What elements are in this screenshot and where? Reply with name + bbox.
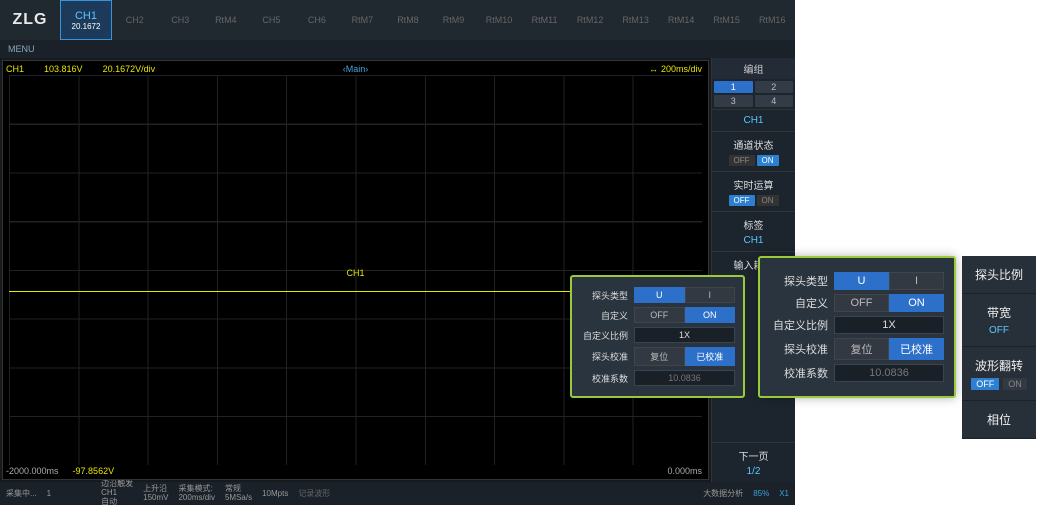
topbar: ZLG CH1 20.1672 CH2CH3RtM4CH5CH6RtM7RtM8…	[0, 0, 795, 40]
right-panel: 探头比例 带宽OFF 波形翻转OFFON 相位	[962, 256, 1036, 439]
battery-pct: 85%	[753, 489, 769, 498]
channel-tab[interactable]: RtM12	[567, 11, 613, 29]
channel-tabs: CH2CH3RtM4CH5CH6RtM7RtM8RtM9RtM10RtM11Rt…	[112, 0, 795, 40]
group-button[interactable]: 1	[714, 81, 753, 93]
status-ch: 1	[47, 489, 51, 498]
selected-ch-value: 20.1672	[72, 22, 101, 31]
plot-center-label: ‹Main›	[343, 64, 369, 74]
plot-vdiv: 20.1672V/div	[103, 64, 156, 74]
waveform-plot[interactable]: CH1 103.816V 20.1672V/div ‹Main› ↔200ms/…	[2, 60, 709, 480]
pan-arrows-icon: ↔	[649, 64, 658, 74]
plot-time-right: 0.000ms	[667, 466, 702, 476]
coef-value[interactable]: 10.0836	[634, 370, 735, 386]
group-button[interactable]: 4	[755, 95, 794, 107]
menu-button[interactable]: MENU	[2, 44, 41, 54]
state-off[interactable]: OFF	[729, 155, 755, 166]
selected-channel-block[interactable]: CH1 20.1672	[60, 0, 112, 40]
flip-off[interactable]: OFF	[971, 378, 999, 390]
calib-reset[interactable]: 复位	[634, 347, 685, 366]
big-calib-done[interactable]: 已校准	[889, 338, 944, 360]
group-button[interactable]: 3	[714, 95, 753, 107]
bigdata-btn[interactable]: 大数据分析	[703, 488, 743, 499]
sidebar-ch-name: CH1	[743, 115, 763, 126]
phase-item[interactable]: 相位	[962, 401, 1036, 439]
group-title: 编组	[712, 58, 795, 79]
menu-row: MENU	[0, 40, 795, 58]
plot-bottom-left: -2000.000ms -97.8562V	[6, 466, 114, 476]
channel-tab[interactable]: CH2	[112, 11, 158, 29]
probe-type-u[interactable]: U	[634, 287, 685, 303]
plot-time-left: -2000.000ms	[6, 466, 59, 476]
mem-depth: 10Mpts	[262, 489, 288, 498]
acq-status: 采集中...	[6, 488, 37, 499]
big-custom-off[interactable]: OFF	[834, 294, 889, 312]
channel-tab[interactable]: RtM14	[658, 11, 704, 29]
probe-popup-large: 探头类型UI 自定义OFFON 自定义比例1X 探头校准复位已校准 校准系数10…	[758, 256, 956, 398]
channel-state-section[interactable]: 通道状态 OFFON	[712, 131, 795, 171]
big-coef-value[interactable]: 10.0836	[834, 364, 944, 382]
selected-ch-name: CH1	[75, 10, 97, 22]
calc-on[interactable]: ON	[757, 195, 779, 206]
bandwidth-item[interactable]: 带宽OFF	[962, 294, 1036, 347]
probe-popup-small: 探头类型UI 自定义OFFON 自定义比例1X 探头校准复位已校准 校准系数10…	[570, 275, 745, 398]
probe-ratio-item[interactable]: 探头比例	[962, 256, 1036, 294]
state-on[interactable]: ON	[757, 155, 779, 166]
channel-tab[interactable]: RtM9	[431, 11, 477, 29]
record-wave[interactable]: 记录波形	[298, 488, 330, 499]
oscilloscope-app: ZLG CH1 20.1672 CH2CH3RtM4CH5CH6RtM7RtM8…	[0, 0, 795, 505]
status-bar: 采集中... 1 边沿触发CH1自动 上升沿150mV 采集模式:200ms/d…	[0, 482, 795, 505]
channel-tab[interactable]: RtM10	[476, 11, 522, 29]
realtime-calc-section[interactable]: 实时运算 OFFON	[712, 171, 795, 211]
big-probe-type-i[interactable]: I	[889, 272, 944, 290]
calc-off[interactable]: OFF	[729, 195, 755, 206]
zoom-x1: X1	[779, 489, 789, 498]
trace-label: CH1	[346, 268, 364, 278]
plot-voltage: 103.816V	[44, 64, 83, 74]
plot-ch-label: CH1	[6, 64, 24, 74]
big-ratio-value[interactable]: 1X	[834, 316, 944, 334]
custom-off[interactable]: OFF	[634, 307, 685, 323]
plot-v-bottom: -97.8562V	[73, 466, 115, 476]
ratio-value[interactable]: 1X	[634, 327, 735, 343]
custom-on[interactable]: ON	[685, 307, 736, 323]
big-calib-reset[interactable]: 复位	[834, 338, 889, 360]
channel-tab[interactable]: RtM16	[749, 11, 795, 29]
big-probe-type-u[interactable]: U	[834, 272, 889, 290]
channel-tab[interactable]: RtM7	[340, 11, 386, 29]
label-section[interactable]: 标签 CH1	[712, 211, 795, 251]
probe-type-i[interactable]: I	[685, 287, 736, 303]
flip-on[interactable]: ON	[1003, 378, 1027, 390]
plot-timediv: ↔200ms/div	[649, 64, 702, 74]
channel-tab[interactable]: CH3	[158, 11, 204, 29]
plot-header: CH1 103.816V 20.1672V/div	[6, 64, 155, 74]
channel-tab[interactable]: RtM4	[203, 11, 249, 29]
channel-tab[interactable]: RtM13	[613, 11, 659, 29]
group-button[interactable]: 2	[755, 81, 794, 93]
channel-tab[interactable]: RtM15	[704, 11, 750, 29]
channel-tab[interactable]: RtM8	[385, 11, 431, 29]
channel-tab[interactable]: CH6	[294, 11, 340, 29]
next-page-section[interactable]: 下一页 1/2	[712, 442, 795, 482]
logo: ZLG	[0, 0, 60, 40]
wave-flip-item[interactable]: 波形翻转OFFON	[962, 347, 1036, 401]
big-custom-on[interactable]: ON	[889, 294, 944, 312]
calib-done[interactable]: 已校准	[685, 347, 736, 366]
channel-tab[interactable]: RtM11	[522, 11, 568, 29]
main-area: CH1 103.816V 20.1672V/div ‹Main› ↔200ms/…	[0, 58, 795, 482]
channel-tab[interactable]: CH5	[249, 11, 295, 29]
group-buttons: 1234	[712, 79, 795, 109]
